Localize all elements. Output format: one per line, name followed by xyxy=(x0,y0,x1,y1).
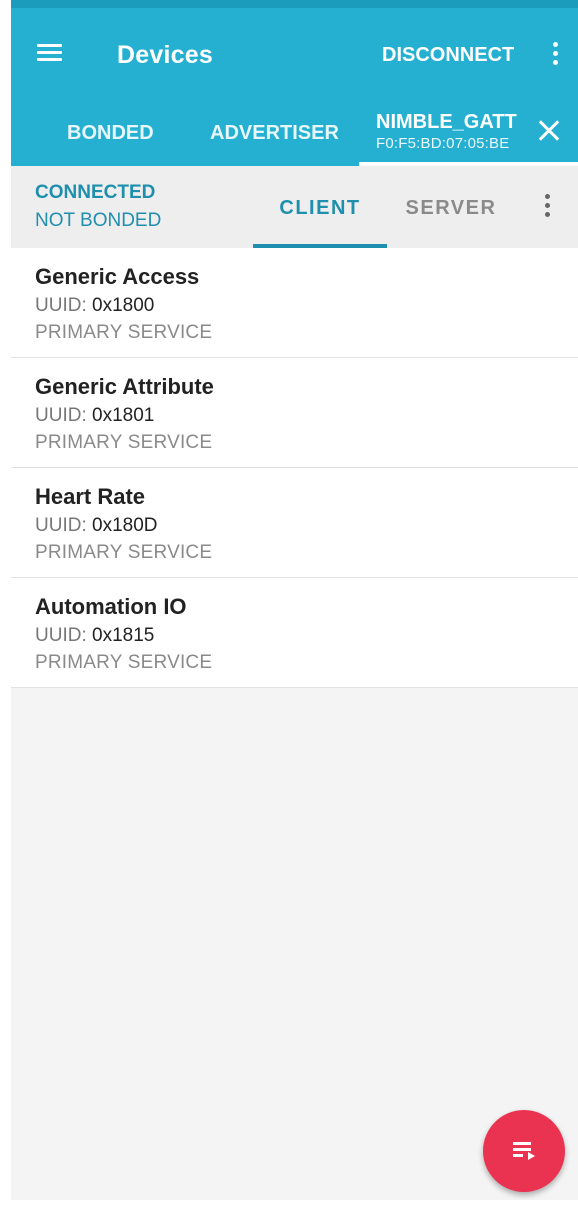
uuid-value: 0x1815 xyxy=(92,625,155,646)
tab-client-label: CLIENT xyxy=(279,197,361,219)
service-item-automation-io[interactable]: Automation IO UUID: 0x1815 PRIMARY SERVI… xyxy=(11,578,578,688)
log-playlist-icon xyxy=(513,1140,537,1160)
service-name: Automation IO xyxy=(35,594,187,619)
tab-device-nimble-gatt[interactable]: NIMBLE_GATT F0:F5:BD:07:05:BE xyxy=(359,100,578,166)
log-fab-button[interactable] xyxy=(483,1110,565,1192)
toolbar-title: Devices xyxy=(117,41,213,69)
service-item-generic-access[interactable]: Generic Access UUID: 0x1800 PRIMARY SERV… xyxy=(11,248,578,358)
device-name: NIMBLE_GATT xyxy=(376,111,517,133)
service-uuid-row: UUID: 0x1815 xyxy=(35,625,154,647)
uuid-value: 0x180D xyxy=(92,515,158,536)
uuid-label: UUID: xyxy=(35,295,87,316)
tab-bonded-label: BONDED xyxy=(67,122,154,144)
close-icon[interactable] xyxy=(535,117,563,145)
service-name: Heart Rate xyxy=(35,484,146,509)
uuid-value: 0x1800 xyxy=(92,295,155,316)
uuid-value: 0x1801 xyxy=(92,405,155,426)
overflow-menu-icon[interactable] xyxy=(548,40,562,68)
service-uuid-row: UUID: 0x180D xyxy=(35,515,158,537)
tab-server[interactable]: SERVER xyxy=(391,166,511,248)
service-uuid-row: UUID: 0x1801 xyxy=(35,405,154,427)
status-bar xyxy=(11,0,578,8)
disconnect-button[interactable]: DISCONNECT xyxy=(382,44,514,67)
connection-bar: CONNECTED NOT BONDED CLIENT SERVER xyxy=(11,166,578,248)
service-uuid-row: UUID: 0x1800 xyxy=(35,295,154,317)
tab-client[interactable]: CLIENT xyxy=(253,166,387,248)
bond-status: NOT BONDED xyxy=(35,210,162,231)
service-type: PRIMARY SERVICE xyxy=(35,542,213,563)
app-toolbar: Devices DISCONNECT xyxy=(11,8,578,100)
service-name: Generic Attribute xyxy=(35,374,214,399)
uuid-label: UUID: xyxy=(35,625,87,646)
tab-server-label: SERVER xyxy=(405,197,497,219)
uuid-label: UUID: xyxy=(35,515,87,536)
service-type: PRIMARY SERVICE xyxy=(35,322,213,343)
tab-advertiser-label: ADVERTISER xyxy=(210,122,339,144)
connection-status: CONNECTED xyxy=(35,182,156,203)
device-address: F0:F5:BD:07:05:BE xyxy=(376,135,510,152)
service-item-heart-rate[interactable]: Heart Rate UUID: 0x180D PRIMARY SERVICE xyxy=(11,468,578,578)
service-type: PRIMARY SERVICE xyxy=(35,432,213,453)
connection-overflow-menu-icon[interactable] xyxy=(540,192,554,220)
uuid-label: UUID: xyxy=(35,405,87,426)
service-list: Generic Access UUID: 0x1800 PRIMARY SERV… xyxy=(11,248,578,688)
service-name: Generic Access xyxy=(35,264,200,289)
service-type: PRIMARY SERVICE xyxy=(35,652,213,673)
app-screen: Devices DISCONNECT BONDED ADVERTISER NIM… xyxy=(11,0,578,1200)
hamburger-menu-icon[interactable] xyxy=(33,38,65,68)
service-item-generic-attribute[interactable]: Generic Attribute UUID: 0x1801 PRIMARY S… xyxy=(11,358,578,468)
device-tabs: BONDED ADVERTISER NIMBLE_GATT F0:F5:BD:0… xyxy=(11,100,578,166)
